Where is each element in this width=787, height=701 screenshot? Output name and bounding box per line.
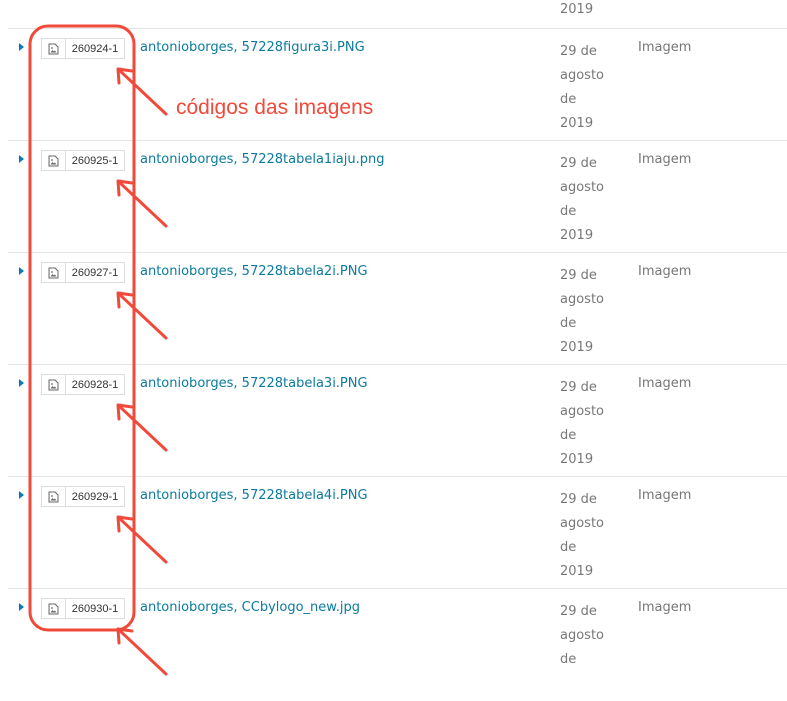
file-row: 260925-1 antonioborges, 57228tabela1iaju… [8, 140, 787, 253]
expand-toggle-icon[interactable] [19, 491, 24, 499]
expand-toggle-icon[interactable] [19, 43, 24, 51]
date-line: de [560, 316, 577, 331]
date-line: 29 de [560, 44, 597, 59]
file-badge: 260924-1 [41, 38, 125, 59]
image-file-icon [42, 487, 66, 506]
file-type: Imagem [638, 264, 692, 279]
file-row: 260930-1 antonioborges, CCbylogo_new.jpg… [8, 588, 787, 701]
file-date: 29 de agosto de 2019 [560, 376, 620, 472]
date-line: 2019 [560, 340, 594, 355]
file-date: 29 de agosto de [560, 600, 620, 672]
date-line: agosto [560, 180, 604, 195]
file-badge: 260928-1 [41, 374, 125, 395]
date-line: 29 de [560, 492, 597, 507]
file-title-link[interactable]: antonioborges, 57228tabela3i.PNG [140, 376, 368, 391]
year-fragment: 2019 [560, 2, 594, 17]
date-line: 2019 [560, 564, 594, 579]
date-line: 2019 [560, 452, 594, 467]
file-code: 260927-1 [71, 266, 119, 279]
file-type: Imagem [638, 152, 692, 167]
image-file-icon [42, 39, 66, 58]
file-title-link[interactable]: antonioborges, 57228tabela1iaju.png [140, 152, 385, 167]
date-line: 29 de [560, 268, 597, 283]
expand-toggle-icon[interactable] [19, 603, 24, 611]
file-type: Imagem [638, 376, 692, 391]
file-title-link[interactable]: antonioborges, 57228figura3i.PNG [140, 40, 365, 55]
date-line: 29 de [560, 156, 597, 171]
date-line: de [560, 540, 577, 555]
file-type: Imagem [638, 40, 692, 55]
date-line: agosto [560, 628, 604, 643]
expand-toggle-icon[interactable] [19, 267, 24, 275]
file-code: 260925-1 [71, 154, 119, 167]
date-line: 29 de [560, 380, 597, 395]
date-line: agosto [560, 292, 604, 307]
expand-toggle-icon[interactable] [19, 379, 24, 387]
file-title-link[interactable]: antonioborges, 57228tabela2i.PNG [140, 264, 368, 279]
file-row: 260927-1 antonioborges, 57228tabela2i.PN… [8, 252, 787, 365]
date-line: de [560, 652, 577, 667]
annotation-label: códigos das imagens [176, 96, 374, 119]
date-line: 2019 [560, 116, 594, 131]
image-file-icon [42, 375, 66, 394]
file-title-link[interactable]: antonioborges, CCbylogo_new.jpg [140, 600, 360, 615]
file-date: 29 de agosto de 2019 [560, 264, 620, 360]
file-type: Imagem [638, 488, 692, 503]
file-row: 260928-1 antonioborges, 57228tabela3i.PN… [8, 364, 787, 477]
image-file-icon [42, 599, 66, 618]
file-code: 260929-1 [71, 490, 119, 503]
file-code: 260930-1 [71, 602, 119, 615]
image-file-icon [42, 263, 66, 282]
file-date: 29 de agosto de 2019 [560, 40, 620, 136]
date-line: agosto [560, 516, 604, 531]
file-date: 29 de agosto de 2019 [560, 488, 620, 584]
date-line: agosto [560, 404, 604, 419]
image-file-icon [42, 151, 66, 170]
date-line: de [560, 92, 577, 107]
file-badge: 260925-1 [41, 150, 125, 171]
expand-toggle-icon[interactable] [19, 155, 24, 163]
date-line: de [560, 428, 577, 443]
date-line: agosto [560, 68, 604, 83]
file-row: 260924-1 antonioborges, 57228figura3i.PN… [8, 28, 787, 141]
file-row: 260929-1 antonioborges, 57228tabela4i.PN… [8, 476, 787, 589]
file-code: 260924-1 [71, 42, 119, 55]
date-line: 2019 [560, 228, 594, 243]
file-badge: 260929-1 [41, 486, 125, 507]
file-title-link[interactable]: antonioborges, 57228tabela4i.PNG [140, 488, 368, 503]
date-line: 29 de [560, 604, 597, 619]
file-code: 260928-1 [71, 378, 119, 391]
date-line: de [560, 204, 577, 219]
file-badge: 260927-1 [41, 262, 125, 283]
file-type: Imagem [638, 600, 692, 615]
file-date: 29 de agosto de 2019 [560, 152, 620, 248]
file-badge: 260930-1 [41, 598, 125, 619]
